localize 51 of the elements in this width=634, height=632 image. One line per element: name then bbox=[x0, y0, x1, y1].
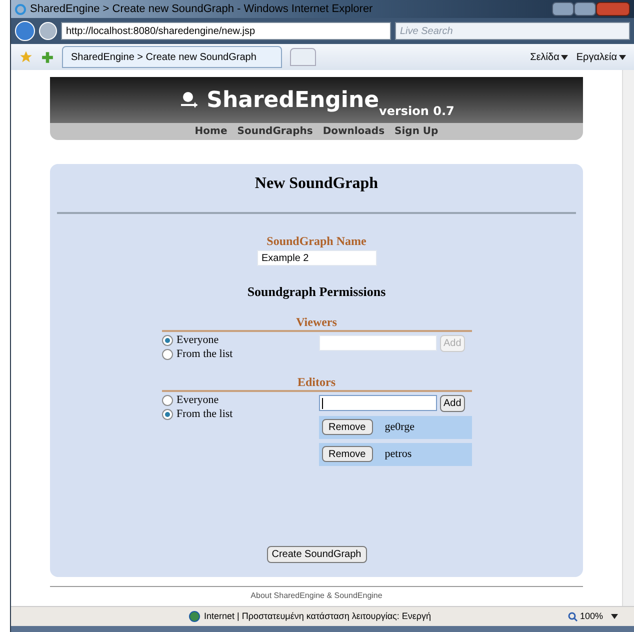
radio-label: Everyone bbox=[176, 333, 219, 348]
logo-icon bbox=[178, 90, 199, 110]
radio-label: Everyone bbox=[176, 393, 219, 408]
radio-button[interactable] bbox=[162, 349, 172, 360]
minimize-button[interactable] bbox=[552, 2, 574, 16]
nav-link[interactable]: Downloads bbox=[322, 124, 385, 139]
browser-tab[interactable]: SharedEngine > Create new SoundGraph bbox=[62, 46, 282, 68]
dropdown-arrow-icon[interactable] bbox=[611, 614, 618, 619]
remove-button[interactable]: Remove bbox=[322, 419, 373, 435]
window-title: SharedEngine > Create new SoundGraph - Windows Internet Explorer bbox=[30, 2, 374, 17]
create-button[interactable]: Create SoundGraph bbox=[266, 546, 366, 562]
caret-icon bbox=[619, 54, 626, 60]
remove-button[interactable]: Remove bbox=[322, 446, 373, 462]
zoom-icon[interactable] bbox=[568, 612, 578, 622]
command-menu[interactable]: Σελίδα bbox=[530, 50, 568, 64]
group-label: Editors bbox=[296, 376, 336, 388]
command-menu[interactable]: Εργαλεία bbox=[576, 50, 626, 64]
browser-logo-icon bbox=[15, 4, 26, 14]
radio-label: From the list bbox=[176, 407, 233, 422]
scrollbar[interactable] bbox=[622, 70, 634, 606]
field-label: SoundGraph Name bbox=[266, 233, 366, 250]
radio-button[interactable] bbox=[162, 335, 172, 346]
form-title: New SoundGraph bbox=[254, 174, 378, 194]
status-text: Internet | Προστατευμένη κατάσταση λειτουργίας: Ενεργή bbox=[204, 610, 432, 623]
globe-icon bbox=[189, 611, 200, 622]
user-name: petros bbox=[384, 446, 412, 462]
radio-label: From the list bbox=[176, 347, 233, 362]
radio-button[interactable] bbox=[162, 395, 172, 406]
user-name: ge0rge bbox=[384, 420, 414, 435]
name-field[interactable]: Example 2 bbox=[256, 250, 376, 266]
add-favorite-icon[interactable] bbox=[41, 50, 54, 64]
brand-name: SharedEngine bbox=[206, 86, 380, 112]
zoom-level[interactable]: 100% bbox=[580, 610, 603, 624]
user-field[interactable] bbox=[318, 395, 436, 411]
add-button[interactable]: Add bbox=[440, 394, 466, 412]
radio-button[interactable] bbox=[162, 409, 172, 420]
back-button[interactable] bbox=[15, 21, 35, 41]
close-button[interactable] bbox=[596, 2, 630, 16]
version-label: version 0.7 bbox=[379, 103, 454, 120]
forward-button[interactable] bbox=[39, 22, 57, 40]
caret-icon bbox=[561, 54, 568, 60]
footer-text: About SharedEngine & SoundEngine bbox=[250, 590, 382, 602]
nav-link[interactable]: SoundGraphs bbox=[237, 124, 313, 139]
nav-link[interactable]: Sign Up bbox=[394, 124, 438, 139]
maximize-button[interactable] bbox=[574, 2, 596, 16]
new-tab-button[interactable] bbox=[290, 48, 316, 66]
nav-link[interactable]: Home bbox=[194, 124, 228, 139]
section-title: Soundgraph Permissions bbox=[247, 283, 386, 301]
address-field[interactable]: http://localhost:8080/sharedengine/new.jsp bbox=[61, 22, 391, 40]
star-icon[interactable] bbox=[19, 50, 33, 64]
group-label: Viewers bbox=[295, 316, 338, 328]
